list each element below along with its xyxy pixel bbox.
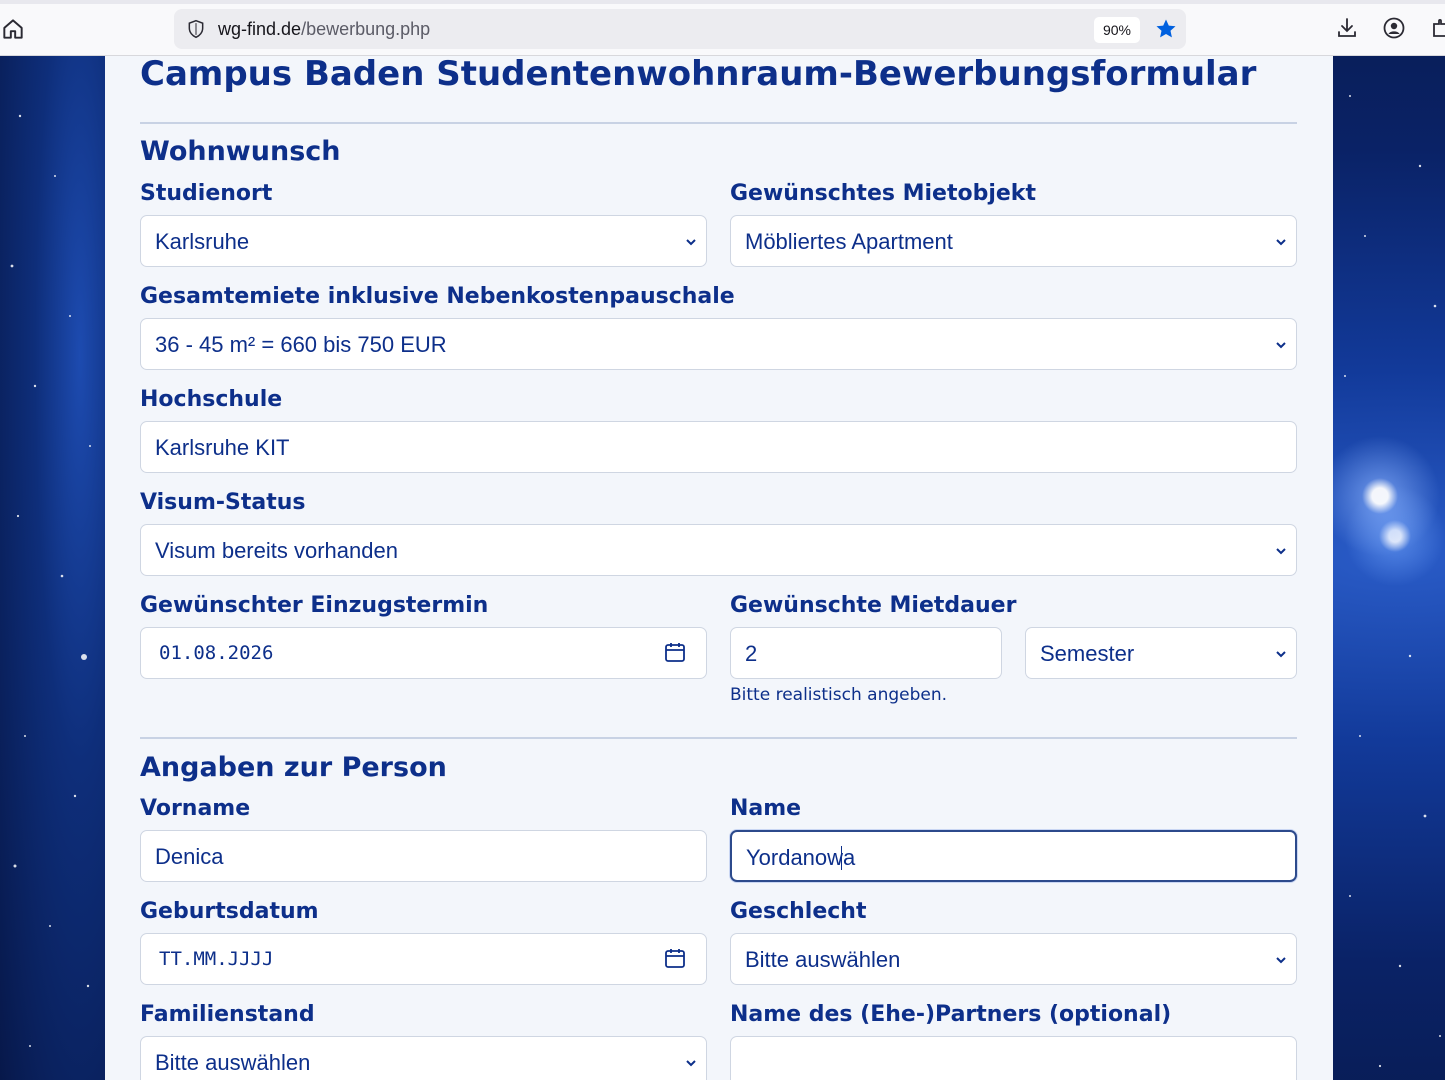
download-icon[interactable] [1335, 16, 1359, 40]
geschlecht-value: Bitte auswählen [745, 947, 901, 972]
vorname-label: Vorname [140, 796, 251, 821]
partner-label: Name des (Ehe-)Partners (optional) [730, 1002, 1172, 1027]
mietdauer-hint: Bitte realistisch angeben. [730, 685, 948, 705]
studienort-value: Karlsruhe [155, 229, 250, 254]
partner-input[interactable] [730, 1036, 1297, 1080]
mietdauer-unit-select[interactable]: Semester [1025, 627, 1297, 679]
studienort-select[interactable]: Karlsruhe [140, 215, 707, 267]
name-input[interactable]: Yordanowa [730, 830, 1297, 882]
extensions-icon[interactable] [1430, 16, 1445, 40]
mietobjekt-select[interactable]: Möbliertes Apartment [730, 215, 1297, 267]
einzug-date-input[interactable]: 01.08.2026 [140, 627, 707, 679]
geschlecht-label: Geschlecht [730, 899, 867, 924]
geschlecht-select[interactable]: Bitte auswählen [730, 933, 1297, 985]
chevron-down-icon [686, 239, 696, 246]
section-title-person: Angaben zur Person [140, 752, 447, 783]
text-cursor [841, 846, 842, 870]
familienstand-select[interactable]: Bitte auswählen [140, 1036, 707, 1080]
studienort-label: Studienort [140, 181, 273, 206]
familienstand-value: Bitte auswählen [155, 1050, 311, 1075]
bookmark-star-icon[interactable] [1154, 17, 1178, 41]
miete-label: Gesamtemiete inklusive Nebenkostenpausch… [140, 284, 735, 309]
chevron-down-icon [1276, 239, 1286, 246]
hochschule-input[interactable]: Karlsruhe KIT [140, 421, 1297, 473]
miete-value: 36 - 45 m² = 660 bis 750 EUR [155, 332, 447, 357]
browser-toolbar: wg-find.de/bewerbung.php 90% [0, 0, 1445, 56]
shield-icon[interactable] [186, 19, 206, 39]
miete-select[interactable]: 36 - 45 m² = 660 bis 750 EUR [140, 318, 1297, 370]
chevron-down-icon [1276, 957, 1286, 964]
application-form: Campus Baden Studentenwohnraum-Bewerbung… [105, 56, 1333, 1080]
hochschule-label: Hochschule [140, 387, 283, 412]
divider [140, 122, 1297, 124]
einzug-value: 01.08.2026 [159, 642, 274, 664]
hochschule-value: Karlsruhe KIT [155, 435, 290, 460]
familienstand-label: Familienstand [140, 1002, 315, 1027]
visum-label: Visum-Status [140, 490, 306, 515]
vorname-input[interactable]: Denica [140, 830, 707, 882]
address-bar[interactable]: wg-find.de/bewerbung.php 90% [174, 9, 1186, 49]
vorname-value: Denica [155, 844, 224, 869]
account-icon[interactable] [1382, 16, 1406, 40]
mietdauer-label: Gewünschte Mietdauer [730, 593, 1017, 618]
geburtsdatum-placeholder: TT.MM.JJJJ [159, 948, 274, 970]
url-path: /bewerbung.php [301, 19, 431, 39]
chevron-down-icon [1276, 548, 1286, 555]
name-value: Yordanowa [746, 845, 856, 870]
divider [140, 737, 1297, 739]
url-host: wg-find.de [218, 19, 302, 39]
url-text[interactable]: wg-find.de/bewerbung.php [218, 19, 430, 40]
chevron-down-icon [1276, 651, 1286, 658]
home-icon[interactable] [0, 16, 26, 42]
name-label: Name [730, 796, 802, 821]
tab-strip [0, 0, 1445, 4]
calendar-icon[interactable] [664, 641, 686, 663]
chevron-down-icon [1276, 342, 1286, 349]
mietobjekt-label: Gewünschtes Mietobjekt [730, 181, 1036, 206]
mietdauer-unit-value: Semester [1040, 641, 1135, 666]
einzug-label: Gewünschter Einzugstermin [140, 593, 489, 618]
geburtsdatum-date-input[interactable]: TT.MM.JJJJ [140, 933, 707, 985]
section-title-wohnwunsch: Wohnwunsch [140, 136, 341, 167]
calendar-icon[interactable] [664, 947, 686, 969]
geburtsdatum-label: Geburtsdatum [140, 899, 319, 924]
visum-select[interactable]: Visum bereits vorhanden [140, 524, 1297, 576]
page-title: Campus Baden Studentenwohnraum-Bewerbung… [140, 56, 1257, 94]
mietobjekt-value: Möbliertes Apartment [745, 229, 953, 254]
visum-value: Visum bereits vorhanden [155, 538, 398, 563]
mietdauer-input[interactable]: 2 [730, 627, 1002, 679]
zoom-level-button[interactable]: 90% [1094, 17, 1140, 43]
chevron-down-icon [686, 1060, 696, 1067]
mietdauer-value: 2 [745, 641, 758, 666]
